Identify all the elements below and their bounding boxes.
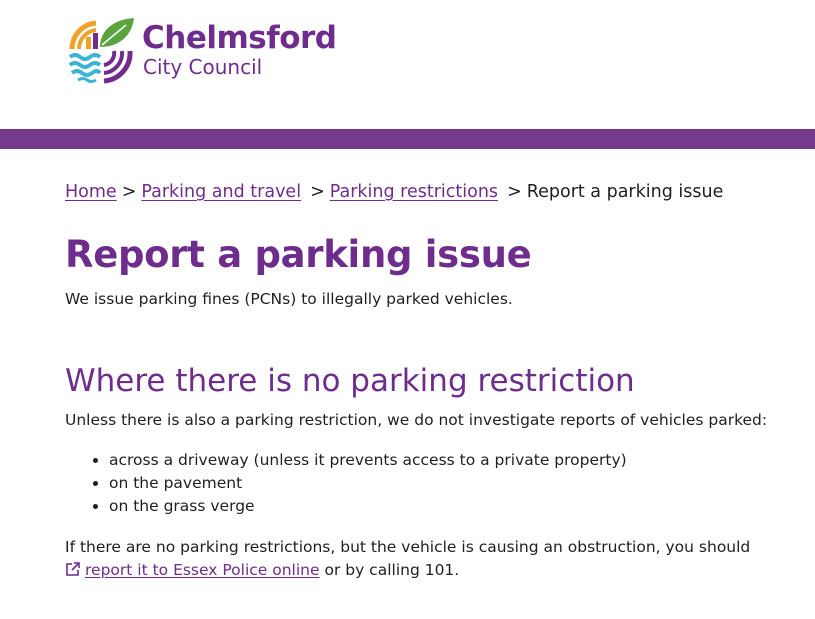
- site-header: Chelmsford City Council: [0, 0, 815, 129]
- logo-subtitle: City Council: [143, 55, 263, 79]
- main-content: Home > Parking and travel > Parking restrict…: [65, 178, 795, 582]
- council-logo-icon: [68, 18, 134, 84]
- obstruction-text: If there are no parking restrictions, bu…: [65, 538, 751, 556]
- section-lead-text: Unless there is also a parking restricti…: [65, 411, 768, 429]
- obstruction-paragraph: If there are no parking restrictions, bu…: [65, 536, 795, 582]
- section-heading: Where there is no parking restriction: [65, 363, 635, 399]
- list-item: on the grass verge: [109, 495, 795, 518]
- breadcrumb-separator: >: [310, 182, 325, 202]
- intro-text: We issue parking fines (PCNs) to illegal…: [65, 290, 513, 308]
- external-link-icon: [66, 562, 80, 576]
- report-to-police-link[interactable]: report it to Essex Police online: [65, 561, 320, 579]
- breadcrumb-parking-restrictions-link[interactable]: Parking restrictions: [330, 182, 498, 202]
- breadcrumb-parking-travel-link[interactable]: Parking and travel: [141, 182, 301, 202]
- council-logo[interactable]: Chelmsford City Council: [66, 15, 337, 85]
- logo-text: Chelmsford City Council: [142, 21, 337, 79]
- logo-name: Chelmsford: [142, 20, 337, 56]
- breadcrumb: Home > Parking and travel > Parking restrict…: [65, 178, 795, 206]
- report-to-police-link-text: report it to Essex Police online: [85, 561, 320, 579]
- breadcrumb-separator: >: [121, 182, 137, 202]
- breadcrumb-current: Report a parking issue: [526, 182, 724, 202]
- breadcrumb-home-link[interactable]: Home: [65, 182, 117, 202]
- list-item: on the pavement: [109, 472, 795, 495]
- breadcrumb-separator: >: [507, 182, 522, 202]
- list-item: across a driveway (unless it prevents ac…: [109, 449, 795, 472]
- bullet-list: across a driveway (unless it prevents ac…: [65, 449, 795, 518]
- obstruction-tail-text: or by calling 101.: [319, 561, 460, 579]
- header-divider-bar: [0, 129, 815, 149]
- page-title: Report a parking issue: [65, 233, 532, 276]
